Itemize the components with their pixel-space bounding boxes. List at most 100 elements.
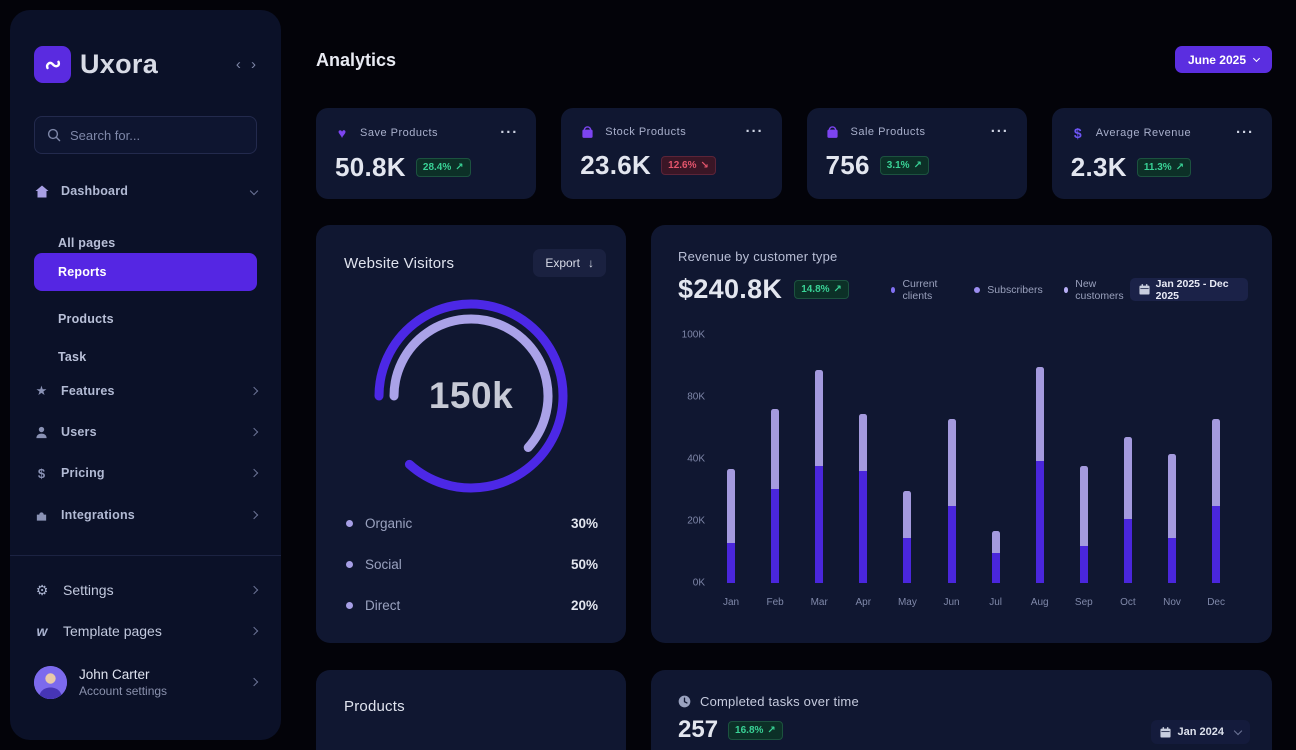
visitors-donut: 150k (366, 291, 576, 501)
bar-feb (771, 409, 779, 583)
legend-item-direct: Direct 20% (346, 585, 598, 626)
export-button[interactable]: Export ↓ (533, 249, 606, 277)
stat-label: Sale Products (851, 126, 926, 138)
y-axis-label: 100K (667, 330, 705, 341)
sidebar-item-task[interactable]: Task (58, 350, 86, 364)
sidebar-item-reports[interactable]: Reports (34, 253, 257, 291)
stat-value: 23.6K (580, 150, 651, 181)
sidebar-item-products[interactable]: Products (58, 312, 114, 326)
legend-dot-icon (346, 520, 353, 527)
legend-dot-icon (346, 602, 353, 609)
legend-item-current-clients: Current clients (891, 278, 953, 302)
date-range-chip[interactable]: Jan 2025 - Dec 2025 (1130, 278, 1248, 301)
more-options-button[interactable]: ··· (991, 128, 1009, 136)
visitors-total: 150k (366, 291, 576, 501)
bar-apr (859, 414, 867, 583)
visitors-legend: Organic 30% Social 50% Direct 20% (346, 503, 598, 626)
legend-dot-icon (346, 561, 353, 568)
sidebar-divider (10, 555, 281, 556)
chevron-down-icon (1253, 54, 1260, 61)
trend-badge: 3.1%↗ (880, 156, 929, 175)
user-subtitle: Account settings (79, 684, 167, 698)
sidebar-item-users[interactable]: Users (34, 421, 257, 443)
sidebar-item-label: Settings (63, 582, 114, 598)
bar-sep (1080, 466, 1088, 583)
sidebar-item-dashboard[interactable]: Dashboard (34, 180, 257, 202)
more-options-button[interactable]: ··· (746, 128, 764, 136)
gear-icon: ⚙ (34, 582, 50, 599)
bar-may (903, 491, 911, 583)
logo-text: Uxora (80, 49, 158, 80)
sidebar-item-label: Features (61, 384, 115, 398)
trend-badge: 14.8%↗ (794, 280, 849, 299)
sidebar-item-settings[interactable]: ⚙ Settings (34, 578, 257, 602)
bar-aug (1036, 367, 1044, 583)
bar-jun (948, 419, 956, 583)
sidebar-item-pricing[interactable]: $ Pricing (34, 462, 257, 484)
shopping-bag-icon (580, 125, 594, 139)
tasks-value: 257 (678, 716, 718, 744)
legend-item-new-customers: New customers (1064, 278, 1130, 302)
download-arrow-icon: ↓ (588, 256, 594, 270)
avatar (34, 666, 67, 699)
trend-down-icon: ↘ (701, 160, 709, 171)
trend-up-icon: ↗ (914, 160, 922, 171)
account-settings-item[interactable]: John Carter Account settings (34, 660, 257, 704)
chevron-right-icon (250, 627, 258, 635)
sidebar-item-label: Dashboard (61, 184, 128, 198)
search-box[interactable] (34, 116, 257, 154)
sidebar-item-template-pages[interactable]: w Template pages (34, 619, 257, 643)
sidebar-item-features[interactable]: ★ Features (34, 380, 257, 402)
trend-badge: 12.6%↘ (661, 156, 716, 175)
x-axis-label: May (898, 597, 917, 608)
card-title: Completed tasks over time (700, 694, 859, 709)
period-label: June 2025 (1188, 53, 1246, 67)
stat-value: 50.8K (335, 152, 406, 183)
x-axis-label: Jun (943, 597, 959, 608)
chevron-right-icon (250, 469, 258, 477)
y-axis-label: 80K (667, 392, 705, 403)
bar-oct (1124, 437, 1132, 583)
products-card: Products (316, 670, 626, 750)
card-title: Revenue by customer type (651, 225, 1272, 264)
sidebar-item-all-pages[interactable]: All pages (58, 236, 115, 250)
more-options-button[interactable]: ··· (1236, 129, 1254, 137)
stat-cards: ♥ Save Products ··· 50.8K 28.4%↗ Stock P… (316, 108, 1272, 199)
sidebar-collapse-button[interactable]: ‹ › (236, 56, 259, 73)
y-axis-label: 0K (667, 578, 705, 589)
card-title: Products (344, 698, 626, 715)
sidebar-item-integrations[interactable]: Integrations (34, 504, 257, 526)
sidebar-item-label: Pricing (61, 466, 105, 480)
revenue-legend: Current clients Subscribers New customer… (891, 278, 1130, 302)
clock-icon (678, 695, 691, 708)
more-options-button[interactable]: ··· (500, 129, 518, 137)
chevron-right-icon (250, 428, 258, 436)
user-name: John Carter (79, 667, 167, 682)
x-axis-label: Oct (1120, 597, 1136, 608)
star-icon: ★ (34, 383, 49, 399)
dollar-icon: $ (34, 466, 49, 481)
legend-item-subscribers: Subscribers (974, 278, 1042, 302)
page-title: Analytics (316, 50, 396, 71)
search-input[interactable] (70, 128, 244, 143)
legend-item-organic: Organic 30% (346, 503, 598, 544)
calendar-icon (1160, 727, 1171, 738)
tasks-date-chip[interactable]: Jan 2024 (1151, 720, 1250, 744)
bar-dec (1212, 419, 1220, 583)
y-axis-label: 40K (667, 454, 705, 465)
trend-badge: 11.3%↗ (1137, 158, 1191, 177)
webflow-icon: w (34, 623, 50, 639)
trend-up-icon: ↗ (455, 162, 463, 173)
bar-jul (992, 531, 1000, 583)
period-selector-button[interactable]: June 2025 (1175, 46, 1272, 73)
website-visitors-card: Website Visitors Export ↓ 150k Organic 3… (316, 225, 626, 643)
y-axis-label: 20K (667, 516, 705, 527)
puzzle-icon (34, 509, 49, 522)
sidebar-item-label: Users (61, 425, 97, 439)
stat-card-save-products: ♥ Save Products ··· 50.8K 28.4%↗ (316, 108, 536, 199)
bar-mar (815, 370, 823, 583)
trend-up-icon: ↗ (834, 284, 842, 295)
x-axis-label: Nov (1163, 597, 1181, 608)
stat-card-sale-products: Sale Products ··· 756 3.1%↗ (807, 108, 1027, 199)
sidebar-item-label: Template pages (63, 623, 162, 639)
